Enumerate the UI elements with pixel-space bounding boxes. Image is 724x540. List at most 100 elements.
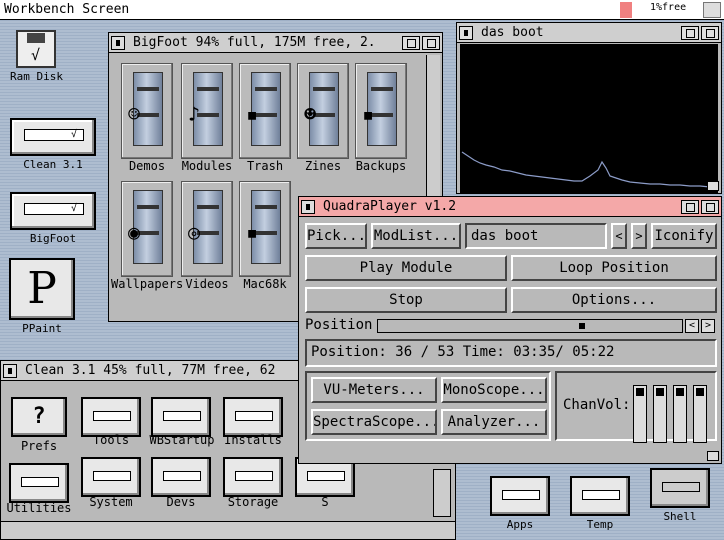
trash-drawer[interactable]: ▪: [239, 63, 291, 159]
spectrum-line: [461, 151, 716, 188]
mac68k-drawer[interactable]: ▪: [239, 181, 291, 277]
icon-label: Utilities: [6, 501, 72, 515]
size-gadget[interactable]: [707, 451, 719, 461]
vertical-scroll-arrows[interactable]: [433, 469, 451, 517]
backups-drawer[interactable]: ▪: [355, 63, 407, 159]
close-gadget[interactable]: [459, 26, 473, 40]
zoom-gadget[interactable]: [681, 26, 699, 40]
icon-label: Modules: [181, 159, 233, 173]
close-gadget[interactable]: [3, 364, 17, 378]
das-boot-scope-window: das boot: [456, 22, 722, 194]
zoom-gadget[interactable]: [681, 200, 699, 214]
loop-position-button[interactable]: Loop Position: [511, 255, 717, 281]
pick-button[interactable]: Pick...: [305, 223, 367, 249]
icon-label: Temp: [586, 518, 614, 531]
system-drawer[interactable]: [81, 457, 141, 497]
close-gadget[interactable]: [301, 200, 315, 214]
stop-button[interactable]: Stop: [305, 287, 507, 313]
tools-drawer[interactable]: [81, 397, 141, 437]
position-label: Position: [305, 317, 373, 333]
chanvol-label: ChanVol:: [563, 397, 631, 413]
analyzer-button[interactable]: Analyzer...: [441, 409, 547, 435]
utilities-drawer[interactable]: [9, 463, 69, 503]
icon-label: Apps: [506, 518, 534, 531]
ram-disk-icon[interactable]: Ram Disk: [10, 30, 63, 83]
quadraplayer-title-bar[interactable]: QuadraPlayer v1.2: [299, 197, 721, 217]
icon-label: Mac68k: [243, 277, 287, 291]
installs-drawer[interactable]: [223, 397, 283, 437]
zoom-gadget[interactable]: [402, 36, 420, 50]
icon-label: Wallpapers: [111, 277, 184, 291]
prefs-drawer[interactable]: ?: [11, 397, 67, 437]
channel-volume-slider[interactable]: [693, 385, 707, 443]
memory-gauge: [620, 2, 632, 18]
prev-module-button[interactable]: <: [611, 223, 627, 249]
position-slider[interactable]: [377, 319, 683, 333]
channel-volume-slider[interactable]: [673, 385, 687, 443]
play-module-button[interactable]: Play Module: [305, 255, 507, 281]
window-title: BigFoot 94% full, 175M free, 2.: [133, 35, 376, 50]
icon-label: Ram Disk: [10, 70, 63, 83]
quadraplayer-window: QuadraPlayer v1.2 Pick... ModList... das…: [298, 196, 722, 464]
window-title: QuadraPlayer v1.2: [323, 199, 457, 214]
icon-label: System: [89, 495, 133, 509]
vu-meters-button[interactable]: VU-Meters...: [311, 377, 437, 403]
icon-label: Shell: [663, 510, 697, 523]
options-button[interactable]: Options...: [511, 287, 717, 313]
shell-icon[interactable]: Shell: [648, 468, 712, 523]
icon-label: Backups: [355, 159, 407, 173]
icon-label: Storage: [227, 495, 279, 509]
icon-label: Trash: [246, 159, 284, 173]
bigfoot-drawer-icon[interactable]: √ BigFoot: [8, 192, 98, 245]
apps-drawer-icon[interactable]: Apps: [488, 476, 552, 531]
horizontal-scrollbar[interactable]: [1, 521, 455, 539]
icon-label: WBStartup: [149, 433, 215, 447]
position-slider-knob[interactable]: [579, 323, 585, 329]
iconify-button[interactable]: Iconify: [651, 223, 717, 249]
memory-free-text: 1%free: [650, 2, 687, 13]
temp-drawer-icon[interactable]: Temp: [568, 476, 632, 531]
ppaint-icon[interactable]: P PPaint: [6, 258, 78, 335]
window-title: Clean 3.1 45% full, 77M free, 62: [25, 363, 276, 378]
devs-drawer[interactable]: [151, 457, 211, 497]
icon-label: Tools: [92, 433, 130, 447]
wallpapers-drawer[interactable]: ◉: [121, 181, 173, 277]
icon-label: Videos: [185, 277, 229, 291]
videos-drawer[interactable]: ◎: [181, 181, 233, 277]
depth-gadget[interactable]: [701, 200, 719, 214]
close-gadget[interactable]: [111, 36, 125, 50]
icon-label: S: [321, 495, 329, 509]
channel-volume-slider[interactable]: [653, 385, 667, 443]
depth-gadget[interactable]: [701, 26, 719, 40]
bigfoot-title-bar[interactable]: BigFoot 94% full, 175M free, 2.: [109, 33, 442, 53]
icon-label: Demos: [128, 159, 166, 173]
modules-drawer[interactable]: ♪: [181, 63, 233, 159]
window-title: das boot: [481, 25, 544, 40]
next-module-button[interactable]: >: [631, 223, 647, 249]
wbstartup-drawer[interactable]: [151, 397, 211, 437]
spectrascope-button[interactable]: SpectraScope...: [311, 409, 437, 435]
das-boot-title-bar[interactable]: das boot: [457, 23, 721, 43]
module-name-field[interactable]: das boot: [465, 223, 607, 249]
spectrum-scope-display: [460, 44, 718, 193]
demos-drawer[interactable]: ☺: [121, 63, 173, 159]
screen-depth-gadget[interactable]: [703, 2, 721, 18]
position-forward-arrow[interactable]: >: [701, 319, 715, 333]
icon-label: PPaint: [22, 322, 62, 335]
depth-gadget[interactable]: [422, 36, 440, 50]
monoscope-button[interactable]: MonoScope...: [441, 377, 547, 403]
icon-label: Prefs: [20, 439, 58, 453]
modlist-button[interactable]: ModList...: [371, 223, 461, 249]
storage-drawer[interactable]: [223, 457, 283, 497]
icon-label: Installs: [224, 433, 282, 447]
size-gadget[interactable]: [707, 181, 719, 191]
chanvol-panel: ChanVol:: [555, 371, 717, 443]
clean-drawer-icon[interactable]: √ Clean 3.1: [8, 118, 98, 171]
icon-label: Zines: [304, 159, 342, 173]
zines-drawer[interactable]: ☻: [297, 63, 349, 159]
icon-label: BigFoot: [29, 232, 77, 245]
channel-volume-slider[interactable]: [633, 385, 647, 443]
screen-title: Workbench Screen: [4, 2, 130, 17]
position-back-arrow[interactable]: <: [685, 319, 699, 333]
icon-label: Devs: [166, 495, 196, 509]
